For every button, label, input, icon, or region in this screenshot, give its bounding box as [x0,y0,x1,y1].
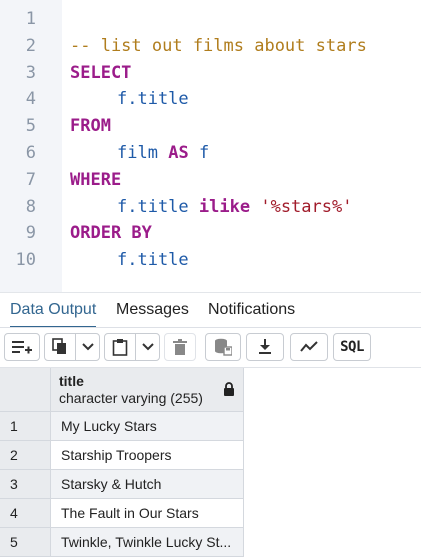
code-field: f.title [117,89,189,109]
delete-icon [173,339,187,355]
condition-field: f.title [117,197,189,217]
add-row-button[interactable] [4,333,40,361]
line-number: 9 [25,223,36,243]
save-data-icon [215,338,232,356]
keyword-order-by: ORDER BY [70,223,152,243]
title-cell[interactable]: The Fault in Our Stars [51,499,244,528]
tab-data-output[interactable]: Data Output [10,293,97,328]
row-number[interactable]: 3 [0,470,51,499]
title-cell[interactable]: My Lucky Stars [51,412,244,441]
line-number: 7 [25,170,36,190]
keyword-select: SELECT [70,63,132,83]
keyword-where: WHERE [70,170,122,190]
copy-options-dropdown[interactable] [75,333,100,361]
graph-visualiser-button[interactable] [290,333,328,361]
table-row[interactable]: 5 Twinkle, Twinkle Lucky St... [0,528,244,557]
title-cell[interactable]: Twinkle, Twinkle Lucky St... [51,528,244,557]
table-row[interactable]: 4 The Fault in Our Stars [0,499,244,528]
row-number[interactable]: 2 [0,441,51,470]
sql-button[interactable]: SQL [333,333,371,361]
tab-notifications[interactable]: Notifications [208,293,295,326]
grid-header: title character varying (255) [0,368,244,412]
code-field: f.title [117,250,189,270]
line-number: 1 [25,9,36,29]
line-number: 4 [25,89,36,109]
results-grid: title character varying (255) 1 My Lucky… [0,367,421,557]
column-name: title [59,373,84,389]
save-data-button[interactable] [205,333,241,361]
row-number[interactable]: 5 [0,528,51,557]
table-name: film [117,143,158,163]
sql-label: SQL [340,339,364,355]
paste-button[interactable] [104,333,136,361]
chevron-down-icon [141,343,154,351]
download-icon [259,339,271,354]
line-number: 2 [25,36,36,56]
line-number: 5 [25,116,36,136]
title-cell[interactable]: Starsky & Hutch [51,470,244,499]
title-cell[interactable]: Starship Troopers [51,441,244,470]
chevron-down-icon [81,343,94,351]
code-line-condition: f.title ilike '%stars%' [117,197,352,217]
line-number-gutter: 1 2 3 4 5 6 7 8 9 10 [0,0,62,292]
row-number[interactable]: 4 [0,499,51,528]
keyword-from: FROM [70,116,111,136]
code-comment: -- list out films about stars [70,36,367,56]
table-row[interactable]: 2 Starship Troopers [0,441,244,470]
lock-icon [224,382,234,396]
query-editor[interactable]: 1 2 3 4 5 6 7 8 9 10 -- list out films a… [0,0,421,292]
line-number: 10 [15,250,36,270]
table-row[interactable]: 1 My Lucky Stars [0,412,244,441]
results-tabs: Data Output Messages Notifications [0,292,421,328]
row-number[interactable]: 1 [0,412,51,441]
paste-options-dropdown[interactable] [135,333,160,361]
select-all-corner[interactable] [0,368,51,412]
column-header-title[interactable]: title character varying (255) [51,368,244,412]
line-number: 6 [25,143,36,163]
graph-icon [300,341,318,352]
copy-button[interactable] [44,333,76,361]
delete-row-button[interactable] [164,333,196,361]
results-toolbar: SQL [0,327,421,368]
line-number: 8 [25,197,36,217]
string-literal: '%stars%' [260,197,353,217]
code-line-table: film AS f [117,143,209,163]
keyword-ilike: ilike [198,197,251,217]
download-button[interactable] [246,333,284,361]
table-row[interactable]: 3 Starsky & Hutch [0,470,244,499]
copy-icon [52,338,66,354]
line-number: 3 [25,63,36,83]
tab-messages[interactable]: Messages [116,293,189,326]
keyword-as: AS [168,143,189,163]
table-alias: f [198,143,210,163]
paste-icon [112,339,128,356]
column-type: character varying (255) [59,390,203,406]
add-row-icon [12,341,32,354]
